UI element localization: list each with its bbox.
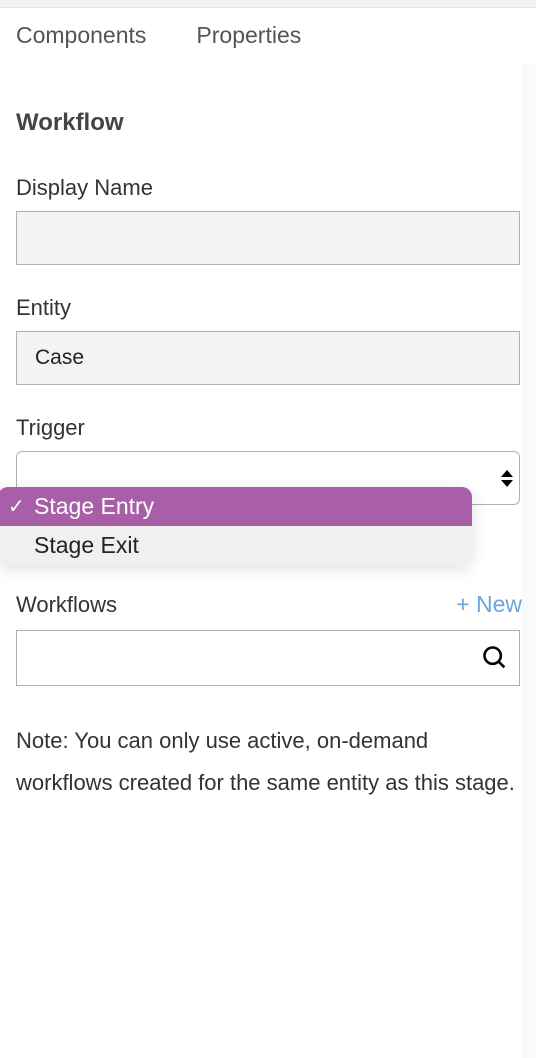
top-divider <box>0 0 536 8</box>
entity-label: Entity <box>16 295 522 321</box>
new-workflow-button[interactable]: + New <box>456 591 522 618</box>
entity-input[interactable] <box>16 331 520 385</box>
note-text: Note: You can only use active, on-demand… <box>16 720 522 804</box>
workflow-search-wrap <box>16 630 520 686</box>
trigger-dropdown: Stage Entry Stage Exit <box>0 487 472 565</box>
trigger-option-label: Stage Entry <box>34 493 154 520</box>
trigger-option-label: Stage Exit <box>34 532 139 559</box>
display-name-field: Display Name <box>16 175 522 265</box>
workflows-field: Workflows + New <box>16 591 522 686</box>
entity-field: Entity <box>16 295 522 385</box>
search-icon[interactable] <box>471 644 519 672</box>
workflows-header: Workflows + New <box>16 591 522 618</box>
display-name-label: Display Name <box>16 175 522 201</box>
properties-panel: Workflow Display Name Entity Trigger Sta… <box>0 69 536 804</box>
trigger-option-stage-exit[interactable]: Stage Exit <box>0 526 472 565</box>
tabs: Components Properties <box>0 8 536 69</box>
trigger-select[interactable]: Stage Entry Stage Exit <box>16 451 522 505</box>
workflows-label: Workflows <box>16 592 117 618</box>
trigger-option-stage-entry[interactable]: Stage Entry <box>0 487 472 526</box>
trigger-label: Trigger <box>16 415 522 441</box>
trigger-field: Trigger Stage Entry Stage Exit <box>16 415 522 505</box>
scrollbar-track[interactable] <box>522 64 536 1058</box>
tab-components[interactable]: Components <box>16 22 146 49</box>
section-title: Workflow <box>16 109 522 137</box>
tab-properties[interactable]: Properties <box>196 22 301 49</box>
workflow-search-input[interactable] <box>17 631 471 685</box>
display-name-input[interactable] <box>16 211 520 265</box>
